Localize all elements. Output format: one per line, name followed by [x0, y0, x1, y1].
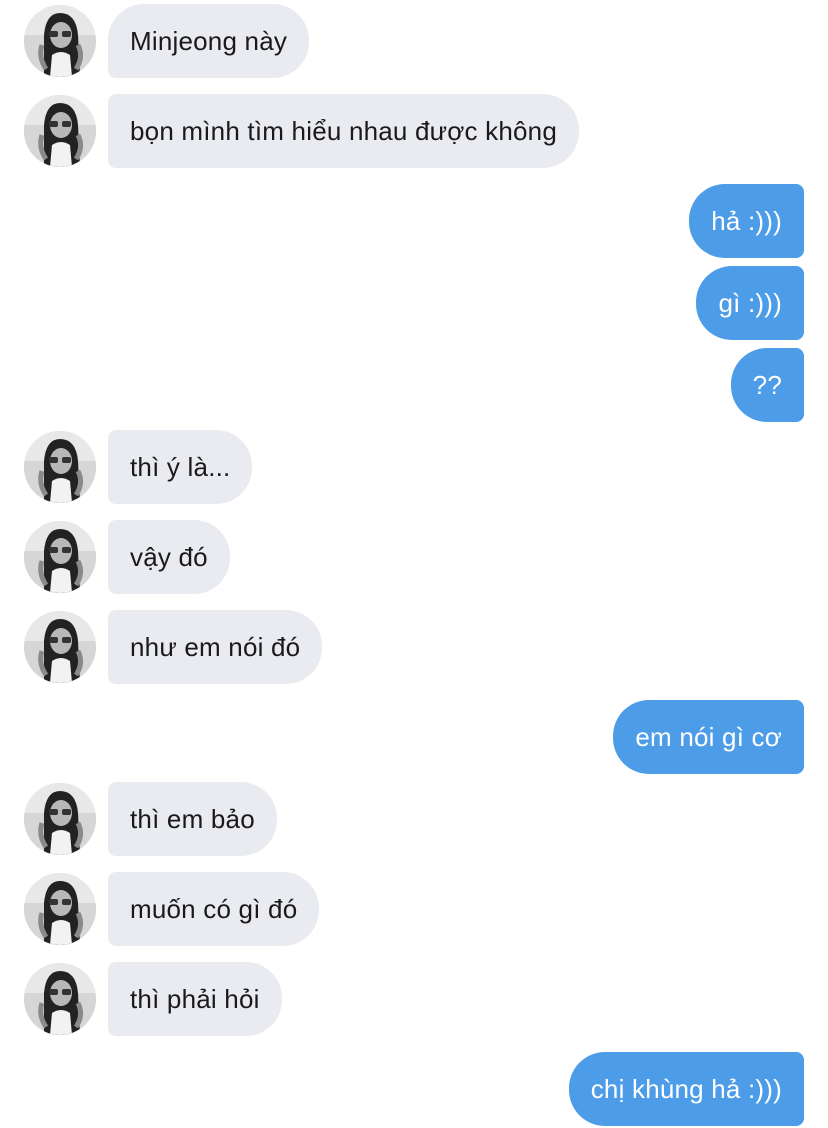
message-bubble-incoming[interactable]: bọn mình tìm hiểu nhau được không: [108, 94, 579, 168]
message-row-outgoing: gì :))): [0, 266, 828, 340]
message-row-outgoing: chị khùng hả :))): [0, 1052, 828, 1126]
message-thread: Minjeong này bọn mình tìm hiểu nhau được…: [0, 0, 828, 1128]
contact-avatar[interactable]: [24, 521, 96, 593]
avatar-portrait: [24, 5, 96, 77]
message-bubble-incoming[interactable]: thì em bảo: [108, 782, 277, 856]
avatar-portrait: [24, 873, 96, 945]
message-bubble-incoming[interactable]: muốn có gì đó: [108, 872, 320, 946]
contact-avatar[interactable]: [24, 5, 96, 77]
contact-avatar[interactable]: [24, 611, 96, 683]
message-bubble-outgoing[interactable]: em nói gì cơ: [613, 700, 804, 774]
message-row-outgoing: hả :))): [0, 184, 828, 258]
message-row-outgoing: em nói gì cơ: [0, 700, 828, 774]
message-bubble-incoming[interactable]: thì phải hỏi: [108, 962, 282, 1036]
contact-avatar[interactable]: [24, 783, 96, 855]
contact-avatar[interactable]: [24, 873, 96, 945]
message-row-incoming: như em nói đó: [0, 610, 828, 684]
message-bubble-outgoing[interactable]: gì :))): [696, 266, 804, 340]
avatar-portrait: [24, 783, 96, 855]
message-row-incoming: vậy đó: [0, 520, 828, 594]
avatar-portrait: [24, 963, 96, 1035]
message-row-incoming: muốn có gì đó: [0, 872, 828, 946]
message-bubble-outgoing[interactable]: ??: [730, 348, 804, 422]
message-row-incoming: bọn mình tìm hiểu nhau được không: [0, 94, 828, 168]
avatar-portrait: [24, 95, 96, 167]
contact-avatar[interactable]: [24, 431, 96, 503]
avatar-portrait: [24, 611, 96, 683]
message-bubble-incoming[interactable]: như em nói đó: [108, 610, 323, 684]
message-bubble-incoming[interactable]: thì ý là...: [108, 430, 253, 504]
avatar-portrait: [24, 431, 96, 503]
contact-avatar[interactable]: [24, 963, 96, 1035]
message-bubble-incoming[interactable]: Minjeong này: [108, 4, 310, 78]
message-row-incoming: thì ý là...: [0, 430, 828, 504]
message-bubble-outgoing[interactable]: hả :))): [689, 184, 804, 258]
message-bubble-incoming[interactable]: vậy đó: [108, 520, 230, 594]
message-row-incoming: Minjeong này: [0, 4, 828, 78]
avatar-portrait: [24, 521, 96, 593]
message-bubble-outgoing[interactable]: chị khùng hả :))): [568, 1052, 804, 1126]
message-row-outgoing: ??: [0, 348, 828, 422]
contact-avatar[interactable]: [24, 95, 96, 167]
message-row-incoming: thì phải hỏi: [0, 962, 828, 1036]
message-row-incoming: thì em bảo: [0, 782, 828, 856]
